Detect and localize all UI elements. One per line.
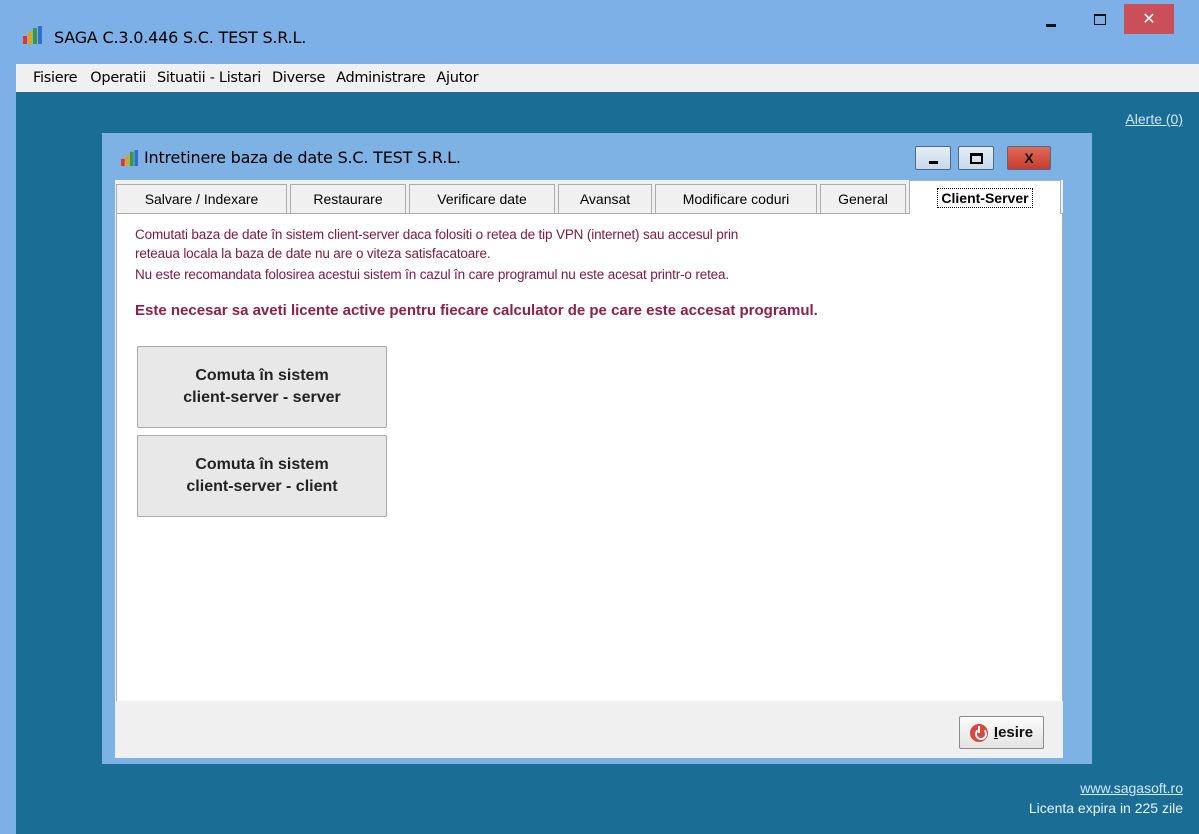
minimize-button[interactable] bbox=[1036, 4, 1066, 34]
menu-administrare[interactable]: Administrare bbox=[333, 70, 433, 86]
dialog-footer: Iesire bbox=[115, 701, 1063, 758]
tab-label: Client-Server bbox=[937, 187, 1033, 208]
menu-bar: Fisiere Operatii Situatii - Listari Dive… bbox=[16, 64, 1199, 92]
maximize-button[interactable] bbox=[1085, 4, 1115, 34]
dialog-minimize-button[interactable] bbox=[915, 146, 951, 170]
menu-situatii-listari[interactable]: Situatii - Listari bbox=[154, 70, 269, 86]
info-text-line: Comutati baza de date în sistem client-s… bbox=[135, 227, 739, 242]
switch-to-client-button[interactable]: Comuta în sistem client-server - client bbox=[137, 435, 387, 517]
menu-fisiere[interactable]: Fisiere bbox=[16, 70, 85, 86]
maximize-icon bbox=[969, 152, 983, 164]
menu-ajutor[interactable]: Ajutor bbox=[433, 70, 486, 86]
website-link[interactable]: www.sagasoft.ro bbox=[1080, 780, 1183, 796]
tab-label: Modificare coduri bbox=[682, 191, 790, 207]
license-status: Licenta expira in 225 zile bbox=[1028, 800, 1183, 816]
menu-operatii[interactable]: Operatii bbox=[85, 70, 154, 86]
saga-app-icon bbox=[23, 26, 42, 44]
tab-label: Salvare / Indexare bbox=[144, 191, 259, 207]
button-label-line: client-server - client bbox=[186, 478, 338, 495]
dialog-close-button[interactable]: X bbox=[1007, 146, 1051, 170]
tab-client-server[interactable]: Client-Server bbox=[909, 180, 1061, 214]
button-label-line: Comuta în sistem bbox=[195, 456, 329, 473]
exit-label: Iesire bbox=[994, 724, 1033, 741]
button-label-line: Comuta în sistem bbox=[195, 367, 329, 384]
exit-label-rest: esire bbox=[998, 724, 1034, 741]
dialog-maximize-button[interactable] bbox=[958, 146, 994, 170]
tab-avansat[interactable]: Avansat bbox=[558, 184, 652, 213]
button-label-line: client-server - server bbox=[183, 389, 341, 406]
license-warning: Este necesar sa aveti licente active pen… bbox=[135, 302, 818, 319]
tab-label: Restaurare bbox=[313, 191, 383, 207]
tab-strip: Salvare / Indexare Restaurare Verificare… bbox=[115, 180, 1063, 214]
client-server-panel: Comutati baza de date în sistem client-s… bbox=[116, 213, 1063, 703]
tab-general[interactable]: General bbox=[820, 184, 906, 213]
tab-verificare-date[interactable]: Verificare date bbox=[409, 184, 555, 213]
main-window: SAGA C.3.0.446 S.C. TEST S.R.L. ✕ Fisier… bbox=[0, 0, 1199, 834]
tab-restaurare[interactable]: Restaurare bbox=[290, 184, 406, 213]
tab-salvare-indexare[interactable]: Salvare / Indexare bbox=[116, 184, 287, 213]
mdi-client-area: Alerte (0) Intretinere baza de date S.C.… bbox=[16, 92, 1199, 834]
power-icon bbox=[969, 723, 988, 742]
tab-modificare-coduri[interactable]: Modificare coduri bbox=[655, 184, 817, 213]
tab-label: Avansat bbox=[579, 191, 631, 207]
close-icon: X bbox=[1024, 150, 1034, 166]
info-text-line: Nu este recomandata folosirea acestui si… bbox=[135, 267, 730, 282]
close-icon: ✕ bbox=[1142, 11, 1156, 28]
maintenance-dialog: Intretinere baza de date S.C. TEST S.R.L… bbox=[102, 133, 1092, 764]
dialog-title: Intretinere baza de date S.C. TEST S.R.L… bbox=[144, 148, 461, 167]
minimize-icon bbox=[1046, 23, 1056, 27]
switch-to-server-button[interactable]: Comuta în sistem client-server - server bbox=[137, 346, 387, 428]
saga-app-icon bbox=[121, 150, 138, 166]
tab-label: General bbox=[838, 191, 888, 207]
main-titlebar[interactable]: SAGA C.3.0.446 S.C. TEST S.R.L. ✕ bbox=[0, 0, 1199, 62]
window-title: SAGA C.3.0.446 S.C. TEST S.R.L. bbox=[54, 28, 307, 47]
dialog-body: Salvare / Indexare Restaurare Verificare… bbox=[115, 180, 1063, 758]
info-text-line: reteaua locala la baza de date nu are o … bbox=[135, 246, 491, 261]
alerts-link[interactable]: Alerte (0) bbox=[1125, 111, 1183, 127]
minimize-icon bbox=[928, 160, 938, 164]
menu-diverse[interactable]: Diverse bbox=[269, 70, 333, 86]
close-button[interactable]: ✕ bbox=[1124, 4, 1174, 34]
tab-label: Verificare date bbox=[437, 191, 527, 207]
exit-button[interactable]: Iesire bbox=[959, 716, 1044, 749]
maximize-icon bbox=[1094, 13, 1106, 25]
